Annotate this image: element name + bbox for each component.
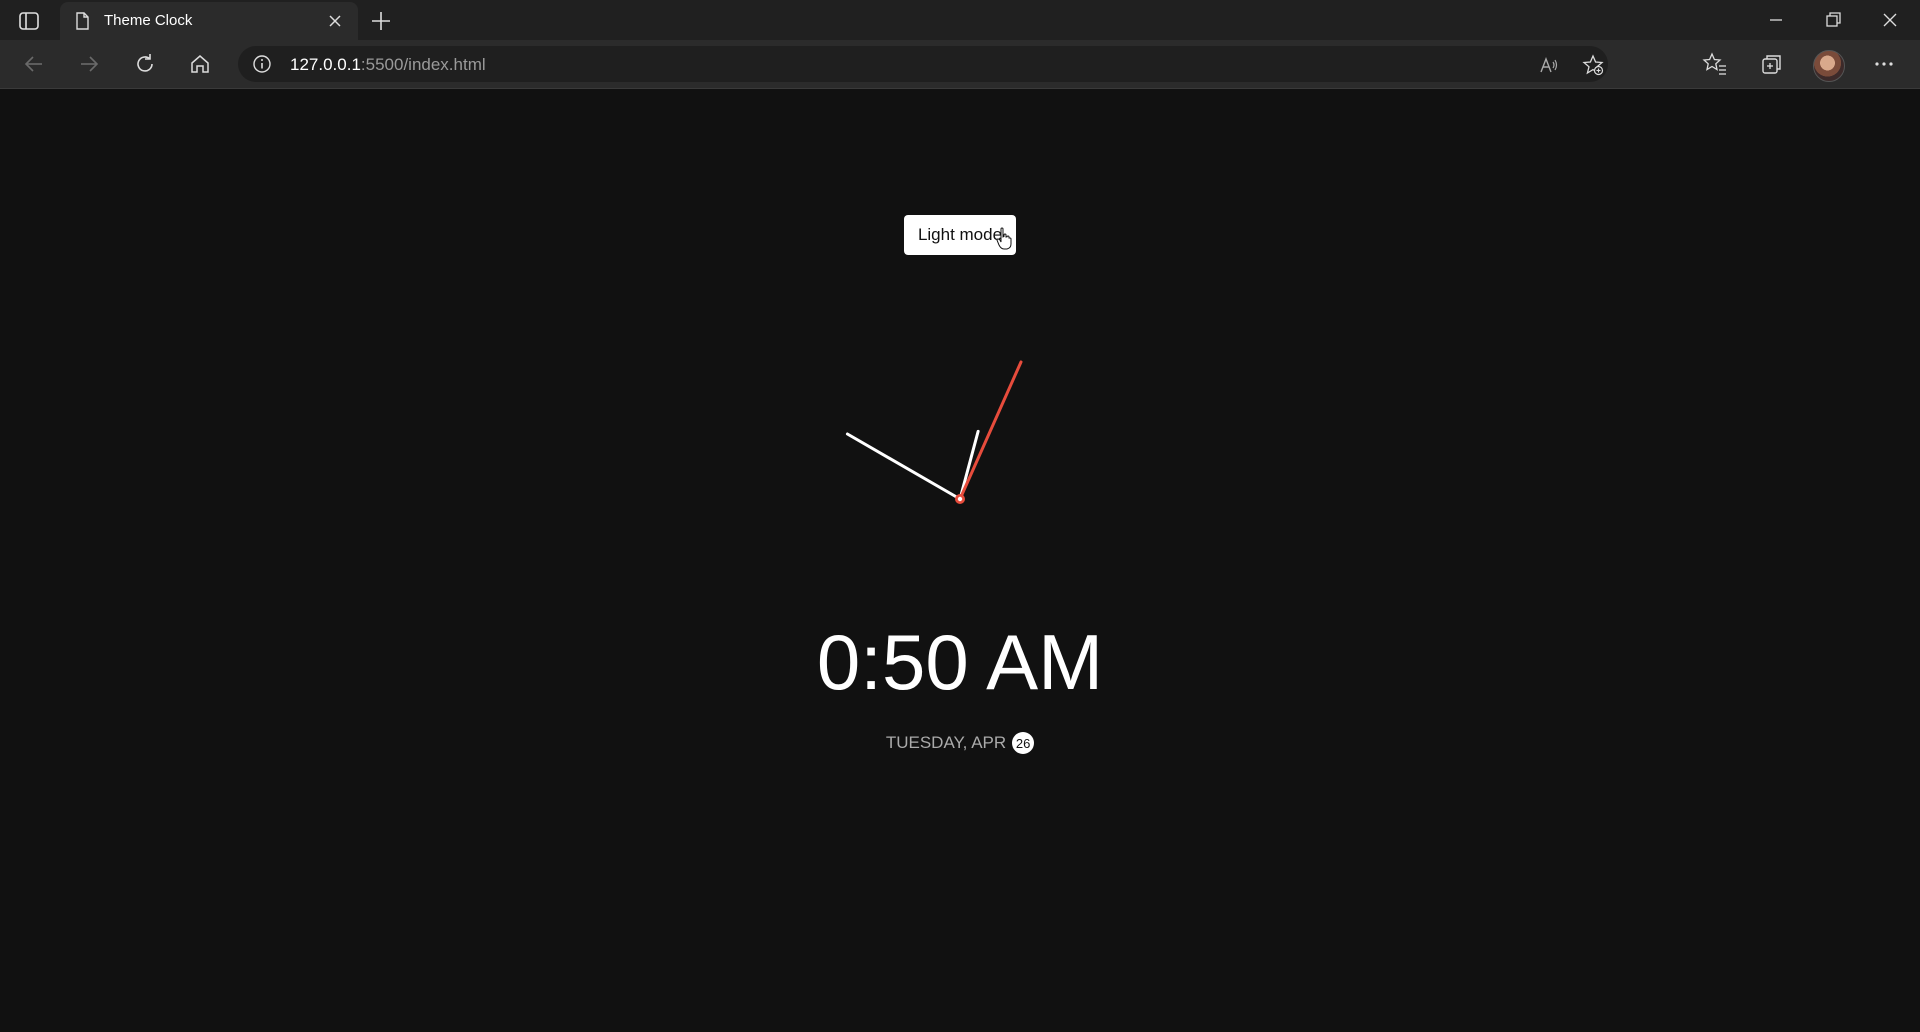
home-icon[interactable] — [186, 50, 214, 78]
hand-cursor-icon — [996, 227, 1012, 250]
second-hand — [958, 360, 1023, 501]
minimize-icon[interactable] — [1764, 8, 1788, 32]
star-add-icon[interactable] — [1582, 54, 1604, 76]
clock-center-inner — [957, 496, 963, 502]
date-day-badge: 26 — [1012, 732, 1035, 754]
url-text: 127.0.0.1:5500/index.html — [290, 55, 486, 75]
analog-clock — [845, 360, 1023, 504]
tab-sidebar-icon[interactable] — [14, 8, 44, 34]
page-content: Light mode 0:50 AM TUESDAY, APR 26 — [0, 89, 1920, 1032]
minute-hand — [845, 432, 962, 501]
date-display: TUESDAY, APR 26 — [0, 732, 1920, 754]
tab-theme-clock[interactable]: Theme Clock — [60, 2, 358, 40]
read-aloud-icon[interactable] — [1538, 54, 1560, 76]
page-icon — [76, 12, 89, 30]
address-bar: 127.0.0.1:5500/index.html — [0, 40, 1920, 89]
tab-title: Theme Clock — [104, 12, 193, 29]
arrow-right-icon[interactable] — [75, 50, 103, 78]
close-icon[interactable] — [326, 12, 344, 30]
url-host: 127.0.0.1 — [290, 55, 361, 74]
restore-icon[interactable] — [1821, 8, 1845, 32]
collections-icon[interactable] — [1757, 50, 1785, 78]
url-field[interactable]: 127.0.0.1:5500/index.html — [238, 46, 1608, 82]
avatar[interactable] — [1813, 50, 1845, 82]
info-icon[interactable] — [252, 54, 272, 74]
digital-time: 0:50 AM — [816, 618, 1104, 706]
tab-bar: Theme Clock — [0, 0, 1920, 40]
plus-icon[interactable] — [368, 8, 394, 34]
url-path: :5500/index.html — [360, 55, 486, 74]
favorites-icon[interactable] — [1701, 50, 1729, 78]
window-close-icon[interactable] — [1878, 8, 1902, 32]
refresh-icon[interactable] — [131, 50, 159, 78]
arrow-left-icon[interactable] — [20, 50, 48, 78]
date-text: TUESDAY, APR — [885, 733, 1007, 752]
more-icon[interactable] — [1870, 50, 1898, 78]
